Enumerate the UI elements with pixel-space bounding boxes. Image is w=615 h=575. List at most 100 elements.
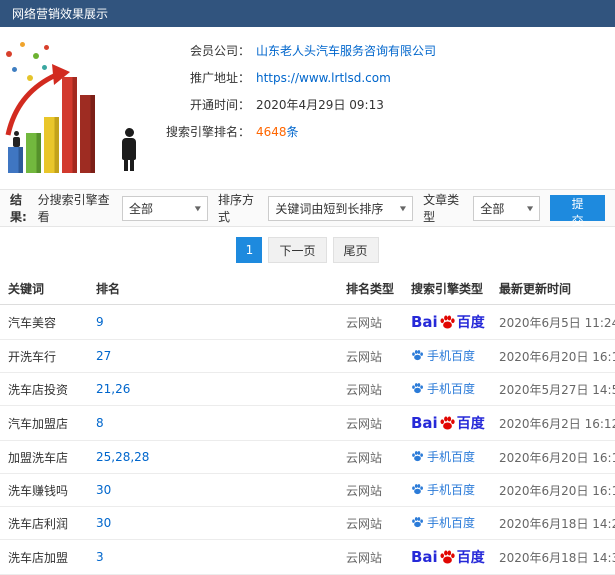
engine-select[interactable]: 全部 ▼ [122,195,208,221]
sort-filter-group: 排序方式 关键词由短到长排序 ▼ [217,191,414,225]
header-updated: 最新更新时间 [491,273,615,305]
rank-cell[interactable]: 3 [88,539,338,575]
baidu-logo-cn: 百度 [456,550,485,566]
table-row: 汽车美容 9 云网站 Bai 百度 2020年6月5日 11:24 [0,304,615,340]
table-header-row: 关键词 排名 排名类型 搜索引擎类型 最新更新时间 [0,273,615,305]
article-type-select-value: 全部 [480,201,505,216]
engine-filter-group: 分搜索引擎查看 全部 ▼ [38,191,208,225]
mobile-baidu-logo: 手机百度 [411,448,475,465]
baidu-paw-icon [412,451,423,462]
article-type-select[interactable]: 全部 ▼ [473,195,541,221]
info-row-rank-count: 搜索引擎排名： 4648 条 [150,124,615,141]
keyword-cell: 洗车赚钱吗 [0,473,88,507]
table-row: 洗车店利润 30 云网站 手机百度 2020年6月18日 14:27 [0,506,615,540]
person-figure [118,128,140,171]
next-page-button[interactable]: 下一页 [268,237,327,263]
updated-cell: 2020年5月27日 14:58 [491,372,615,406]
info-row-company: 会员公司： 山东老人头汽车服务咨询有限公司 [150,43,615,60]
last-page-button[interactable]: 尾页 [332,237,379,263]
page-title: 网络营销效果展示 [12,7,109,21]
decorative-dot [6,51,12,57]
results-section-label: 结果: [10,193,27,224]
baidu-logo-latin: Bai [411,313,438,331]
mobile-baidu-logo: 手机百度 [411,380,475,397]
rank-cell[interactable]: 30 [88,473,338,507]
member-info: 会员公司： 山东老人头汽车服务咨询有限公司 推广地址： https://www.… [150,33,615,183]
rank-cell[interactable]: 9 [88,304,338,340]
filter-groups: 分搜索引擎查看 全部 ▼ 排序方式 关键词由短到长排序 ▼ 文章类型 全部 ▼ … [38,191,605,228]
baidu-paw-icon [412,350,423,361]
rank-cell[interactable]: 30 [88,506,338,540]
sort-select-value: 关键词由短到长排序 [275,201,384,216]
article-type-filter-group: 文章类型 全部 ▼ [423,191,541,225]
engine-cell: 手机百度 [403,440,491,474]
keyword-cell: 加盟洗车店 [0,440,88,474]
article-type-label: 文章类型 [423,193,460,224]
rank-cell[interactable]: 25,28,28 [88,440,338,474]
promo-url-label: 推广地址： [189,71,250,85]
engine-cell: 手机百度 [403,473,491,507]
promo-url-link[interactable]: https://www.lrtlsd.com [256,70,391,87]
engine-cell: Bai 百度 [403,539,491,575]
rank-cell[interactable]: 8 [88,405,338,441]
updated-cell: 2020年6月2日 16:12 [491,405,615,441]
rank-cell[interactable]: 21,26 [88,372,338,406]
table-row: 汽车加盟店 8 云网站 Bai 百度 2020年6月2日 16:12 [0,405,615,441]
mobile-baidu-logo: 手机百度 [411,514,475,531]
company-label: 会员公司： [189,44,250,58]
company-link[interactable]: 山东老人头汽车服务咨询有限公司 [256,43,436,60]
sort-select[interactable]: 关键词由短到长排序 ▼ [268,195,414,221]
rank-type-cell: 云网站 [338,405,403,441]
updated-cell: 2020年6月5日 11:24 [491,304,615,340]
rank-type-cell: 云网站 [338,304,403,340]
baidu-logo: Bai 百度 [411,312,485,332]
chevron-down-icon: ▼ [399,204,407,212]
mobile-baidu-label: 手机百度 [427,382,476,396]
rank-type-cell: 云网站 [338,506,403,540]
filter-bar: 结果: 分搜索引擎查看 全部 ▼ 排序方式 关键词由短到长排序 ▼ 文章类型 全… [0,189,615,228]
baidu-logo-latin: Bai [411,548,438,566]
keyword-cell: 洗车店加盟 [0,539,88,575]
rank-count-value: 4648 [256,125,287,139]
app-header: 网络营销效果展示 [0,0,615,27]
person-figure-small [10,131,22,147]
rank-cell[interactable]: 27 [88,339,338,373]
mobile-baidu-label: 手机百度 [427,450,476,464]
engine-filter-label: 分搜索引擎查看 [37,193,110,224]
header-rank: 排名 [88,273,338,305]
info-row-open-time: 开通时间： 2020年4月29日 09:13 [150,97,615,114]
page-number-current[interactable]: 1 [236,237,263,263]
keyword-cell: 开洗车行 [0,339,88,373]
keyword-cell: 汽车美容 [0,304,88,340]
chart-bar [8,147,23,173]
table-row: 开洗车行 27 云网站 手机百度 2020年6月20日 16:16 [0,339,615,373]
engine-select-value: 全部 [129,201,154,216]
ranking-table: 关键词 排名 排名类型 搜索引擎类型 最新更新时间 汽车美容 9 云网站 Bai… [0,273,615,575]
engine-cell: 手机百度 [403,506,491,540]
baidu-logo-cn: 百度 [456,315,485,331]
baidu-paw-icon [440,415,455,430]
rank-type-cell: 云网站 [338,440,403,474]
sort-filter-label: 排序方式 [217,193,254,224]
chart-bar [44,117,59,173]
updated-cell: 2020年6月20日 16:16 [491,339,615,373]
chart-bar [62,77,77,173]
header-rank-type: 排名类型 [338,273,403,305]
baidu-paw-icon [412,484,423,495]
engine-cell: 手机百度 [403,339,491,373]
submit-button[interactable]: 提交 [550,195,605,228]
open-time-value: 2020年4月29日 09:13 [256,98,384,112]
bar-chart-illustration [0,33,150,183]
table-row: 加盟洗车店 25,28,28 云网站 手机百度 2020年6月20日 16:11 [0,440,615,474]
chevron-down-icon: ▼ [526,204,534,212]
pagination: 1 下一页 尾页 [0,237,615,263]
baidu-paw-icon [440,549,455,564]
mobile-baidu-label: 手机百度 [427,483,476,497]
mobile-baidu-logo: 手机百度 [411,481,475,498]
mobile-baidu-logo: 手机百度 [411,347,475,364]
baidu-logo-latin: Bai [411,414,438,432]
chart-bar [26,133,41,173]
header-engine-type: 搜索引擎类型 [403,273,491,305]
updated-cell: 2020年6月18日 14:27 [491,506,615,540]
chart-bars [8,77,95,173]
